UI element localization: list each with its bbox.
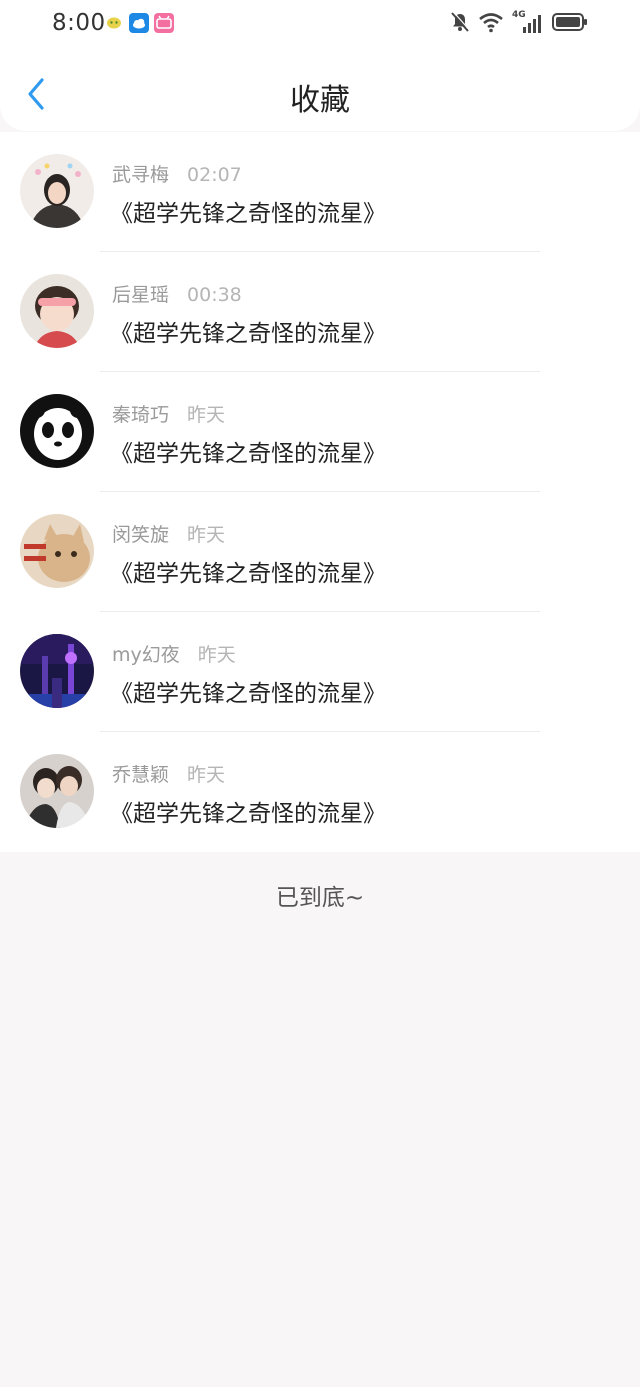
username: 后星瑶 [112,284,170,306]
favorite-item[interactable]: 秦琦巧 昨天 《超学先锋之奇怪的流星》 [0,372,640,492]
timestamp: 昨天 [187,404,226,426]
timestamp: 昨天 [197,644,236,666]
bell-off-icon [450,11,470,37]
item-meta: 乔慧颖 昨天 [112,760,225,787]
end-of-list-text: 已到底~ [275,885,365,911]
status-time: 8:00 [52,10,106,36]
username: 闵笑旋 [112,524,170,546]
page-title: 收藏 [290,83,350,118]
username: 秦琦巧 [112,404,170,426]
item-meta: my幻夜 昨天 [112,640,236,667]
status-indicators: 4G [450,10,588,37]
item-meta: 后星瑶 00:38 [112,280,242,307]
bilibili-notification-icon [154,13,174,33]
timestamp: 02:07 [187,164,242,186]
avatar[interactable] [20,514,94,588]
item-meta: 武寻梅 02:07 [112,160,242,187]
book-title: 《超学先锋之奇怪的流星》 [110,561,386,587]
avatar[interactable] [20,154,94,228]
favorite-item[interactable]: 闵笑旋 昨天 《超学先锋之奇怪的流星》 [0,492,640,612]
top-bar: 8:00 4G 收藏 [0,0,640,131]
book-title: 《超学先锋之奇怪的流星》 [110,681,386,707]
avatar[interactable] [20,754,94,828]
timestamp: 00:38 [187,284,242,306]
favorite-item[interactable]: my幻夜 昨天 《超学先锋之奇怪的流星》 [0,612,640,732]
avatar[interactable] [20,634,94,708]
timestamp: 昨天 [187,524,226,546]
wechat-notification-icon [104,13,124,33]
book-title: 《超学先锋之奇怪的流星》 [110,801,386,827]
username: my幻夜 [112,644,180,666]
battery-icon [552,11,588,37]
favorites-list: 武寻梅 02:07 《超学先锋之奇怪的流星》 后星瑶 00:38 《超学先锋之奇怪的… [0,132,640,852]
weather-notification-icon [129,13,149,33]
avatar[interactable] [20,394,94,468]
username: 武寻梅 [112,164,170,186]
favorite-item[interactable]: 武寻梅 02:07 《超学先锋之奇怪的流星》 [0,132,640,252]
username: 乔慧颖 [112,764,170,786]
book-title: 《超学先锋之奇怪的流星》 [110,201,386,227]
favorite-item[interactable]: 后星瑶 00:38 《超学先锋之奇怪的流星》 [0,252,640,372]
book-title: 《超学先锋之奇怪的流星》 [110,321,386,347]
avatar[interactable] [20,274,94,348]
favorite-item[interactable]: 乔慧颖 昨天 《超学先锋之奇怪的流星》 [0,732,640,852]
book-title: 《超学先锋之奇怪的流星》 [110,441,386,467]
wifi-icon [478,11,504,37]
status-bar: 8:00 4G [0,0,640,50]
signal-icon: 4G [512,10,544,36]
timestamp: 昨天 [187,764,226,786]
item-meta: 闵笑旋 昨天 [112,520,225,547]
item-meta: 秦琦巧 昨天 [112,400,225,427]
